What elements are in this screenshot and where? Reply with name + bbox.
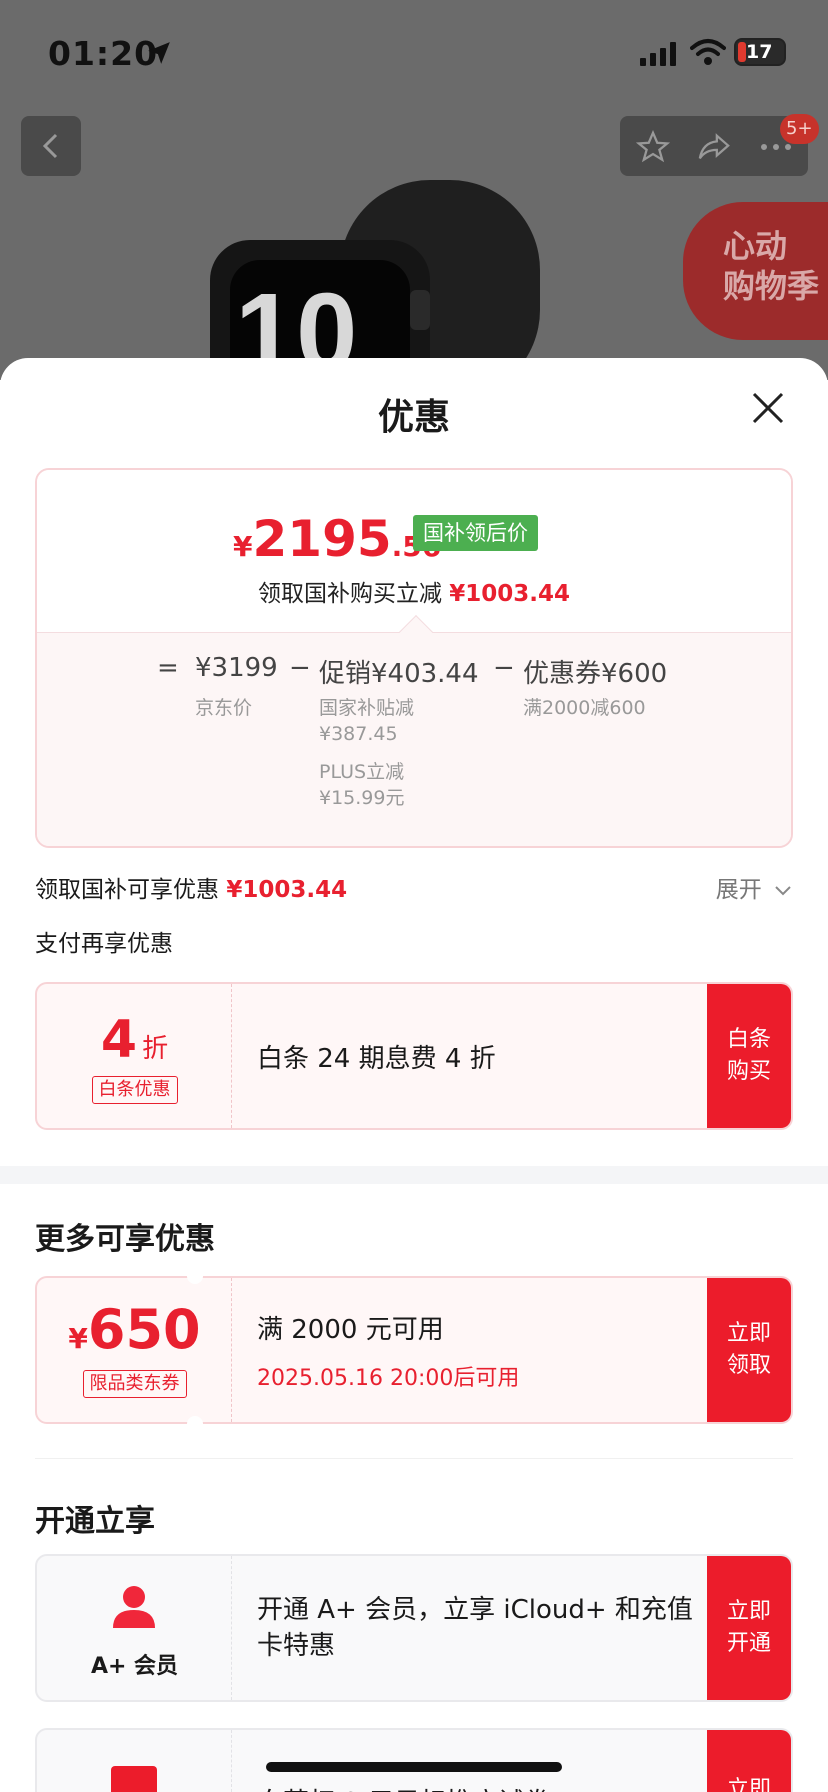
next-offer-button[interactable]: 立即	[707, 1730, 791, 1792]
promo-detail1-label: 国家补贴减	[319, 697, 415, 719]
price-summary: ¥2195.56 国补领后价 领取国补购买立减 ¥1003.44	[37, 470, 791, 632]
baitiao-discount: 4 折	[37, 1010, 232, 1070]
next-offer-desc-wrap: 白营权 2 元目标推广试卷	[257, 1730, 550, 1792]
battery-percent: 17	[746, 41, 773, 63]
star-icon[interactable]	[636, 130, 670, 164]
card-icon	[111, 1766, 157, 1792]
next-offer-label: 立即	[726, 1777, 771, 1792]
price-integer: 2195	[252, 510, 392, 568]
coupon-detail: 满2000减600	[523, 697, 646, 719]
claim-coupon-label: 立即领取	[726, 1321, 771, 1378]
message-badge: 5+	[780, 114, 819, 144]
location-arrow-icon	[148, 42, 170, 64]
coupon-650-amount-wrap: ¥650	[37, 1298, 232, 1361]
subsidy-price-tag: 国补领后价	[413, 515, 538, 551]
minus-sign: −	[493, 653, 515, 683]
status-bar: 01:20 17	[0, 0, 828, 100]
save-line: 领取国补购买立减 ¥1003.44	[37, 574, 791, 608]
price-formula: = ¥3199 − 促销¥403.44 − 优惠券¥600 京东价 国家补贴减 …	[37, 632, 791, 846]
coupon-650-card[interactable]: ¥650 限品类东券 满 2000 元可用 2025.05.16 20:00后可…	[35, 1276, 793, 1424]
price-currency: ¥	[233, 530, 253, 563]
equals-sign: =	[157, 653, 179, 683]
coupon-tag: 限品类东券	[82, 1370, 187, 1398]
cellular-signal-icon	[640, 42, 676, 66]
minus-sign: −	[289, 653, 311, 683]
save-label: 领取国补购买立减	[257, 581, 442, 607]
coupon-amount: 650	[87, 1298, 201, 1361]
baitiao-buy-label: 白条购买	[726, 1027, 771, 1084]
next-offer-desc: 白营权 2 元目标推广试卷	[257, 1782, 550, 1792]
close-icon[interactable]	[750, 390, 786, 426]
claim-coupon-button[interactable]: 立即领取	[707, 1278, 791, 1422]
sheet-title: 优惠	[377, 397, 450, 438]
open-membership-label: 立即开通	[726, 1599, 771, 1656]
promo-amount: 促销¥403.44	[319, 659, 479, 689]
discount-sheet: 优惠 ¥2195.56 国补领后价 领取国补购买立减 ¥1003.44 = ¥3…	[0, 358, 828, 1792]
baitiao-discount-card[interactable]: 4 折 白条优惠 白条 24 期息费 4 折 白条购买	[35, 982, 793, 1130]
chevron-left-icon	[42, 133, 58, 159]
share-amount: ¥1003.44	[226, 877, 348, 903]
open-membership-button[interactable]: 立即开通	[707, 1556, 791, 1700]
coupon-notch-bottom	[187, 1416, 203, 1432]
wifi-icon	[690, 39, 726, 65]
aplus-desc-wrap: 开通 A+ 会员，立享 iCloud+ 和充值卡特惠	[257, 1556, 697, 1700]
coupon-amount: 优惠券¥600	[523, 659, 668, 689]
section-divider	[0, 1166, 828, 1184]
jd-price-label: 京东价	[195, 697, 253, 719]
subsidy-share-row[interactable]: 领取国补可享优惠 ¥1003.44 展开	[35, 870, 793, 910]
save-amount: ¥1003.44	[449, 581, 571, 607]
baitiao-buy-button[interactable]: 白条购买	[707, 984, 791, 1128]
discount-number: 4	[100, 1010, 138, 1070]
baitiao-left: 4 折 白条优惠	[37, 984, 232, 1128]
more-discounts-title: 更多可享优惠	[35, 1222, 215, 1257]
home-indicator[interactable]	[266, 1762, 562, 1772]
share-icon[interactable]	[696, 130, 732, 164]
share-label: 领取国补可享优惠	[35, 877, 219, 903]
baitiao-desc-wrap: 白条 24 期息费 4 折	[257, 984, 496, 1128]
price-breakdown-card: ¥2195.56 国补领后价 领取国补购买立减 ¥1003.44 = ¥3199…	[35, 468, 793, 848]
baitiao-desc: 白条 24 期息费 4 折	[257, 1043, 496, 1074]
jd-price: ¥3199	[195, 653, 278, 683]
aplus-desc: 开通 A+ 会员，立享 iCloud+ 和充值卡特惠	[257, 1595, 693, 1661]
aplus-left: A+ 会员	[37, 1556, 232, 1700]
promo-detail2-value: ¥15.99元	[319, 787, 405, 809]
coupon-650-desc-wrap: 满 2000 元可用 2025.05.16 20:00后可用	[257, 1278, 519, 1422]
promo-text: 心动 购物季	[723, 227, 820, 305]
coupon-valid-time: 2025.05.16 20:00后可用	[257, 1365, 520, 1391]
next-offer-left	[37, 1730, 232, 1792]
promo-detail2-label: PLUS立减	[319, 761, 405, 783]
next-offer-card[interactable]: 白营权 2 元目标推广试卷 立即	[35, 1728, 793, 1792]
coupon-notch-top	[187, 1268, 203, 1284]
promo-detail1-value: ¥387.45	[319, 723, 398, 745]
promo-bubble[interactable]: 心动 购物季	[683, 202, 828, 340]
product-page-background: 01:20 17 5+ 10 心动 购物季	[0, 0, 828, 380]
open-membership-title: 开通立享	[35, 1504, 155, 1539]
coupon-condition: 满 2000 元可用	[257, 1314, 444, 1345]
coupon-650-left: ¥650 限品类东券	[37, 1278, 232, 1422]
expand-toggle[interactable]: 展开	[716, 870, 793, 904]
discount-unit: 折	[142, 1034, 169, 1064]
baitiao-tag: 白条优惠	[91, 1076, 178, 1104]
expand-label: 展开	[715, 877, 762, 903]
divider	[35, 1458, 793, 1459]
chevron-down-icon	[775, 885, 791, 895]
aplus-membership-card[interactable]: A+ 会员 开通 A+ 会员，立享 iCloud+ 和充值卡特惠 立即开通	[35, 1554, 793, 1702]
watch-product-image: 10	[210, 180, 540, 380]
battery-indicator: 17	[734, 38, 786, 66]
back-button[interactable]	[21, 116, 81, 176]
coupon-currency: ¥	[68, 1322, 88, 1355]
battery-low-level	[738, 42, 746, 62]
user-icon	[113, 1586, 155, 1628]
final-price: ¥2195.56	[233, 510, 441, 568]
aplus-name: A+ 会员	[90, 1654, 179, 1679]
status-time: 01:20	[48, 34, 159, 73]
pay-discount-title: 支付再享优惠	[35, 931, 173, 957]
